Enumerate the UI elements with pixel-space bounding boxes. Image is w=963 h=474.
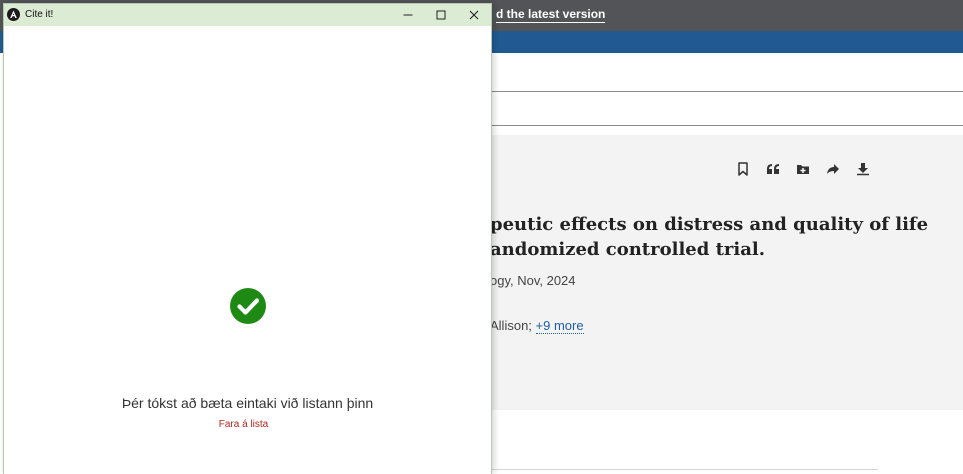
- authors-text: Allison;: [490, 318, 536, 333]
- share-icon: [827, 164, 839, 174]
- record-panel: peutic effects on distress and quality o…: [490, 135, 963, 410]
- close-button[interactable]: [457, 4, 491, 26]
- record-title-line-1: peutic effects on distress and quality o…: [490, 214, 929, 235]
- share-button[interactable]: [824, 159, 842, 179]
- record-title[interactable]: peutic effects on distress and quality o…: [490, 212, 960, 262]
- more-authors-link[interactable]: +9 more: [535, 318, 584, 334]
- go-to-list-link[interactable]: Fara á lista: [4, 419, 483, 430]
- maximize-icon: [436, 10, 446, 20]
- record-actions: [734, 159, 872, 179]
- minimize-button[interactable]: [391, 4, 425, 26]
- latest-version-link[interactable]: d the latest version: [496, 7, 606, 23]
- quote-icon: [767, 164, 779, 174]
- download-button[interactable]: [854, 159, 872, 179]
- app-icon: [7, 8, 20, 21]
- record-journal: ogy, Nov, 2024: [490, 273, 576, 288]
- maximize-button[interactable]: [424, 4, 458, 26]
- cite-it-window: Cite it! Þér tókst að bæta eintaki við l…: [3, 3, 492, 474]
- window-titlebar[interactable]: Cite it!: [4, 4, 491, 26]
- section-divider: [490, 469, 878, 470]
- record-authors: Allison; +9 more: [490, 318, 584, 334]
- add-to-folder-button[interactable]: [794, 159, 812, 179]
- bookmark-icon: [738, 162, 748, 176]
- download-icon: [857, 163, 869, 176]
- window-title: Cite it!: [25, 9, 54, 20]
- search-box-bottom-border: [490, 125, 963, 126]
- folder-add-icon: [797, 165, 809, 174]
- search-box-top-border: [490, 91, 963, 92]
- minimize-icon: [403, 14, 413, 16]
- cite-button[interactable]: [764, 159, 782, 179]
- bookmark-button[interactable]: [734, 159, 752, 179]
- close-icon: [469, 10, 479, 20]
- success-message: Þér tókst að bæta eintaki við listann þi…: [121, 395, 374, 411]
- success-check-icon: [230, 288, 266, 324]
- record-title-line-2: andomized controlled trial.: [490, 239, 765, 260]
